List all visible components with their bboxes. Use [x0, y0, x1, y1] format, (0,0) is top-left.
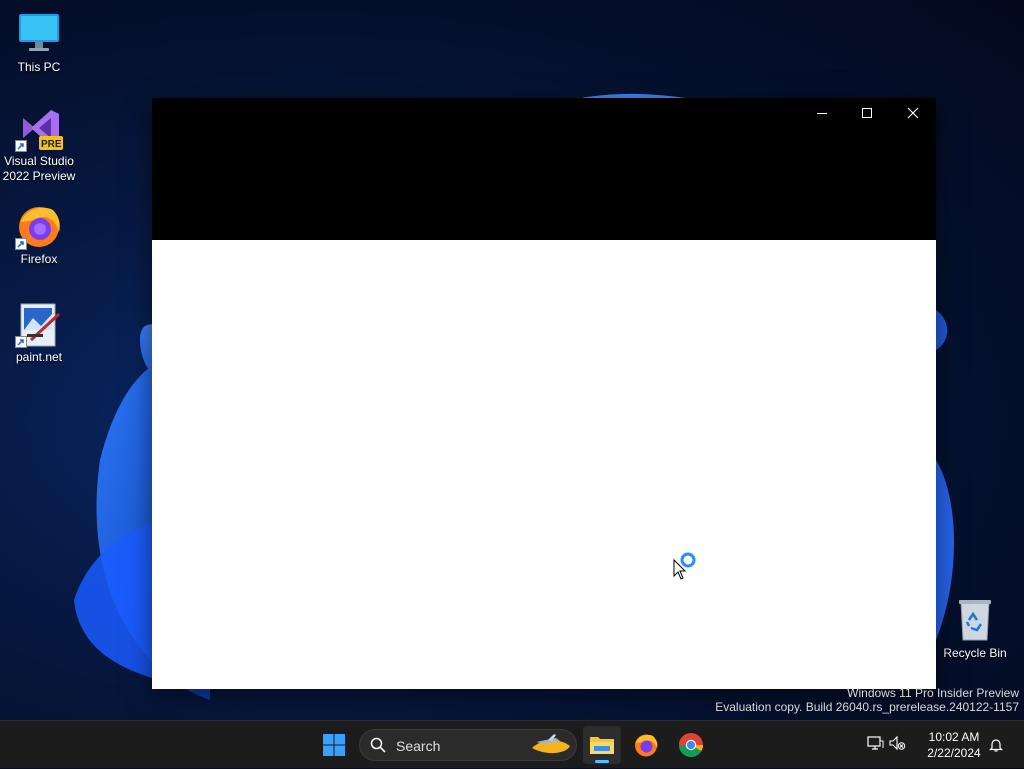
- chrome-icon: [678, 733, 703, 758]
- desktop-icon-label: Firefox: [20, 252, 58, 266]
- firefox-icon: [635, 734, 658, 757]
- shortcut-arrow-icon: [15, 238, 27, 250]
- maximize-button[interactable]: [844, 98, 890, 128]
- taskbar: Search 10:02 AM 2/22/2024: [0, 720, 1024, 768]
- desktop-icon-label: paint.net: [15, 350, 63, 364]
- window-titlebar[interactable]: [152, 98, 936, 240]
- desktop-icon-this-pc[interactable]: This PC: [0, 10, 78, 75]
- desktop-icon-firefox[interactable]: Firefox: [0, 202, 78, 267]
- maximize-icon: [862, 108, 872, 118]
- visual-studio-icon: PRE: [15, 104, 63, 152]
- system-tray: [866, 721, 910, 769]
- app-window[interactable]: [152, 98, 936, 689]
- watermark-line-1: Windows 11 Pro Insider Preview: [847, 686, 1019, 700]
- desktop-icon-label: Recycle Bin: [943, 646, 1007, 660]
- search-highlight-icon: [526, 732, 574, 761]
- taskbar-firefox[interactable]: [627, 726, 665, 764]
- minimize-button[interactable]: [799, 98, 845, 128]
- desktop-icon-paintnet[interactable]: paint.net: [0, 300, 78, 365]
- firefox-icon: [15, 202, 63, 250]
- desktop-icon-label: Visual Studio 2022 Preview: [2, 154, 76, 183]
- close-button[interactable]: [890, 98, 936, 128]
- start-icon: [323, 734, 345, 756]
- paintnet-icon: [15, 300, 63, 348]
- close-icon: [907, 107, 919, 119]
- preview-badge: PRE: [41, 139, 62, 150]
- active-app-indicator: [595, 760, 609, 763]
- taskbar-clock[interactable]: 10:02 AM 2/22/2024: [918, 729, 990, 761]
- network-icon[interactable]: [866, 735, 888, 756]
- evaluation-watermark: Windows 11 Pro Insider Preview Evaluatio…: [715, 686, 1019, 714]
- start-button[interactable]: [315, 726, 353, 764]
- shortcut-arrow-icon: [15, 140, 27, 152]
- desktop-icon-label: This PC: [17, 60, 61, 74]
- desktop-icon-visual-studio[interactable]: PRE Visual Studio 2022 Preview: [0, 104, 78, 184]
- shortcut-arrow-icon: [15, 336, 27, 348]
- taskbar-chrome[interactable]: [672, 726, 710, 764]
- busy-cursor-icon: [673, 552, 699, 585]
- clock-date: 2/22/2024: [927, 746, 981, 760]
- search-label: Search: [396, 738, 441, 754]
- clock-time: 10:02 AM: [928, 730, 980, 744]
- search-box[interactable]: Search: [359, 729, 577, 761]
- notification-bell-icon[interactable]: [988, 737, 1004, 758]
- recycle-bin-icon: [951, 596, 999, 644]
- window-content[interactable]: [152, 240, 936, 689]
- taskbar-file-explorer[interactable]: [583, 726, 621, 764]
- desktop-icon-recycle-bin[interactable]: Recycle Bin: [936, 596, 1014, 661]
- search-icon: [370, 737, 386, 756]
- volume-muted-icon[interactable]: [888, 735, 910, 756]
- watermark-line-2: Evaluation copy. Build 26040.rs_prerelea…: [715, 700, 1019, 714]
- minimize-icon: [817, 113, 827, 114]
- file-explorer-icon: [590, 737, 614, 754]
- computer-icon: [15, 10, 63, 58]
